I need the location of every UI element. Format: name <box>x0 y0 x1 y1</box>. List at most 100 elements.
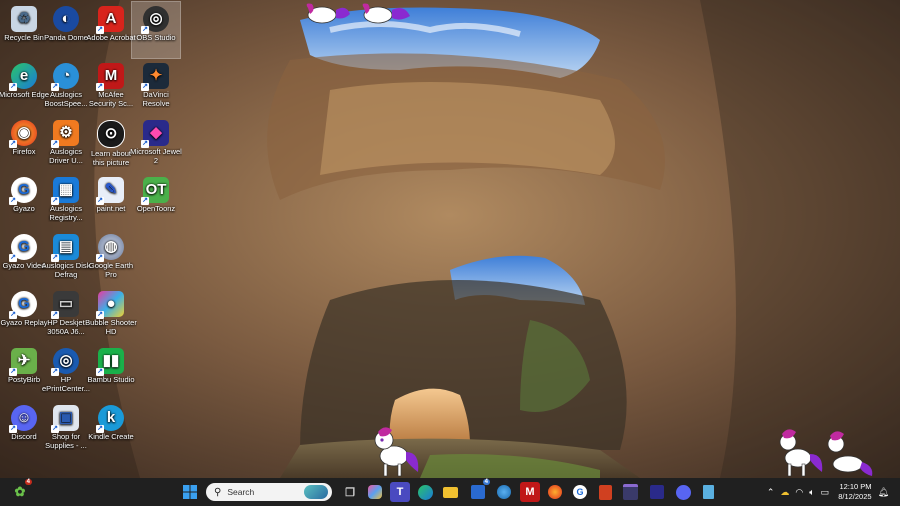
davinci-resolve-icon: ✦ ↗ <box>141 63 169 91</box>
desktop-icon-auslogics-boostspeed[interactable]: ◔ ↗ Auslogics BoostSpee... <box>42 59 90 115</box>
desktop-icon-opentoonz[interactable]: OT ↗ OpenToonz <box>132 173 180 229</box>
clock-time: 12:10 PM <box>839 482 872 491</box>
mcafee-icon: M <box>525 486 535 498</box>
bubble-shooter-icon: ● ↗ <box>96 291 124 319</box>
obs-studio-icon: ◎ ↗ <box>141 6 169 34</box>
pony-desktop-pet-right-1[interactable] <box>776 426 826 478</box>
microsoft-store-icon <box>471 485 485 499</box>
hp-deskjet-icon: ▭ ↗ <box>51 291 79 319</box>
file-explorer-button[interactable] <box>440 482 460 502</box>
desktop-icon-recycle-bin[interactable]: ♻ Recycle Bin <box>0 2 48 58</box>
adobe-acrobat-icon: A ↗ <box>96 6 124 34</box>
paint-net-icon: ✎ ↗ <box>96 177 124 205</box>
app-taskbar-button[interactable] <box>494 482 514 502</box>
desktop-icon-auslogics-disk-defrag[interactable]: ▤ ↗ Auslogics Disk Defrag <box>42 230 90 286</box>
desktop-icon-kindle-create[interactable]: k ↗ Kindle Create <box>87 401 135 457</box>
gyazo-replay-icon: G ↗ <box>9 291 37 319</box>
desktop-icon-adobe-acrobat[interactable]: A ↗ Adobe Acrobat <box>86 2 136 58</box>
app-taskbar-button-3[interactable] <box>620 482 640 502</box>
battery-icon[interactable]: ▭ <box>821 487 830 498</box>
desktop-icon-mcafee[interactable]: M ↗ McAfee Security Sc... <box>87 59 135 115</box>
shop-supplies-icon: ▣ ↗ <box>51 405 79 433</box>
desktop-icon-davinci-resolve[interactable]: ✦ ↗ DaVinci Resolve <box>132 59 180 115</box>
app-icon <box>497 485 511 499</box>
desktop-icon-hp-deskjet[interactable]: ▭ ↗ HP Deskjet 3050A J6... <box>42 287 90 343</box>
edge-taskbar-button[interactable] <box>415 482 435 502</box>
search-icon: ⚲ <box>214 486 222 498</box>
gyazo-icon: G <box>573 485 587 499</box>
copilot-icon <box>368 485 382 499</box>
desktop-icon-panda-dome[interactable]: ◐ Panda Dome <box>42 2 90 58</box>
microsoft-jewel-icon: ◆ ↗ <box>141 120 169 148</box>
pony-desktop-pet-right-2[interactable] <box>822 428 874 478</box>
desktop-icon-bambu-studio[interactable]: ▮▮ ↗ Bambu Studio <box>87 344 135 400</box>
discord-taskbar-button[interactable] <box>673 482 693 502</box>
desktop-icon-learn-about-picture[interactable]: ⊙ Learn about this picture <box>87 116 135 172</box>
auslogics-registry-icon: ▦ ↗ <box>51 177 79 205</box>
postybirb-icon: ✈ ↗ <box>9 348 37 376</box>
gyazo-icon: G ↗ <box>9 177 37 205</box>
task-view-icon: ❐ <box>345 486 355 499</box>
desktop-icon-microsoft-jewel[interactable]: ◆ ↗ Microsoft Jewel 2 <box>130 116 182 172</box>
chevron-up-icon[interactable]: ⌃ <box>767 487 775 498</box>
wifi-icon[interactable]: ◠ <box>795 487 803 498</box>
copilot-button[interactable] <box>365 482 385 502</box>
desktop-icon-hp-eprintcenter[interactable]: ◎ ↗ HP ePrintCenter... <box>42 344 90 400</box>
system-tray: ⌃ ☁ ◠ 🔈︎ ▭ 12:10 PM 8/12/2025 🔔︎ <box>764 478 892 506</box>
app-icon <box>622 484 638 500</box>
desktop-icon-shop-supplies[interactable]: ▣ ↗ Shop for Supplies - ... <box>42 401 90 457</box>
notepad-icon <box>702 485 714 499</box>
kindle-create-icon: k ↗ <box>96 405 124 433</box>
start-button[interactable] <box>180 482 200 502</box>
teams-button[interactable]: T <box>390 482 410 502</box>
start-icon <box>183 485 197 499</box>
edge-icon <box>417 484 433 500</box>
app-taskbar-button-4[interactable] <box>647 482 667 502</box>
recycle-bin-icon: ♻ <box>11 6 37 32</box>
hp-eprintcenter-icon: ◎ ↗ <box>51 348 79 376</box>
widgets-badge: 4 <box>24 479 32 485</box>
volume-icon[interactable]: 🔈︎ <box>809 487 814 498</box>
gyazo-video-icon: G ↗ <box>9 234 37 262</box>
desktop-icon-bubble-shooter[interactable]: ● ↗ Bubble Shooter HD <box>85 287 137 343</box>
desktop-icon-obs-studio[interactable]: ◎ ↗ OBS Studio <box>131 1 181 59</box>
search-input[interactable] <box>225 486 300 498</box>
discord-icon <box>675 484 691 500</box>
gyazo-taskbar-button[interactable]: G <box>570 482 590 502</box>
widgets-button[interactable]: ✿ 4 <box>10 479 32 502</box>
google-earth-pro-icon: ◍ ↗ <box>96 234 124 262</box>
notification-bell-icon[interactable]: 🔔︎ <box>878 487 889 498</box>
edge-icon: e ↗ <box>9 63 37 91</box>
microsoft-store-button[interactable]: 4 <box>468 479 490 502</box>
desktop-icon-google-earth-pro[interactable]: ◍ ↗ Google Earth Pro <box>87 230 135 286</box>
auslogics-driver-updater-icon: ⚙ ↗ <box>51 120 79 148</box>
desktop-icon-auslogics-registry[interactable]: ▦ ↗ Auslogics Registry... <box>42 173 90 229</box>
mcafee-taskbar-button[interactable]: M <box>520 482 540 502</box>
teams-icon: T <box>396 486 404 498</box>
desktop-icon-auslogics-driver-updater[interactable]: ⚙ ↗ Auslogics Driver U... <box>42 116 90 172</box>
pony-desktop-pet-center[interactable] <box>370 422 422 478</box>
panda-dome-icon: ◐ <box>53 6 79 32</box>
desktop-icon-paint-net[interactable]: ✎ ↗ paint.net <box>87 173 135 229</box>
widgets-icon: ✿ <box>14 484 26 499</box>
firefox-taskbar-button[interactable] <box>545 482 565 502</box>
file-explorer-icon <box>442 486 458 498</box>
learn-about-picture-icon: ⊙ <box>97 120 125 148</box>
search-highlight-icon <box>304 485 328 499</box>
bambu-studio-icon: ▮▮ ↗ <box>96 348 124 376</box>
app-icon <box>650 485 664 499</box>
app-icon <box>598 484 612 500</box>
discord-icon: ☺ ↗ <box>9 405 37 433</box>
taskbar-search[interactable]: ⚲ <box>206 483 332 501</box>
mcafee-icon: M ↗ <box>96 63 124 91</box>
firefox-icon <box>548 485 562 499</box>
clock[interactable]: 12:10 PM 8/12/2025 <box>838 482 871 502</box>
firefox-icon: ◉ ↗ <box>9 120 37 148</box>
taskbar: ✿ 4 ⚲ ❐ T 4 M G ⌃ ☁ ◠ 🔈︎ ▭ 12:10 PM 8/12… <box>0 478 900 506</box>
task-view-button[interactable]: ❐ <box>340 482 360 502</box>
app-taskbar-button-2[interactable] <box>595 482 615 502</box>
notepad-taskbar-button[interactable] <box>698 482 718 502</box>
auslogics-boostspeed-icon: ◔ ↗ <box>51 63 79 91</box>
pony-desktop-pet-top[interactable] <box>300 0 420 30</box>
weather-icon[interactable]: ☁ <box>780 487 789 498</box>
